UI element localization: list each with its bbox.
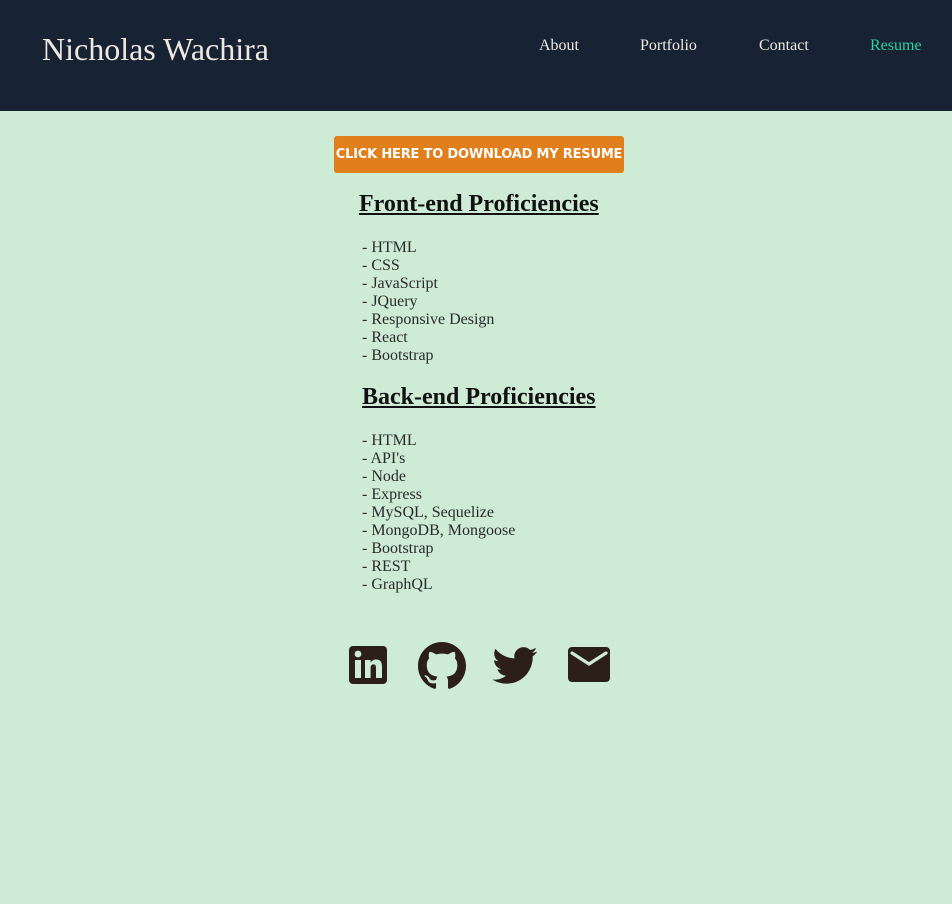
nav-about-link[interactable]: About bbox=[539, 37, 579, 55]
skill-item: - HTML bbox=[362, 239, 417, 256]
skill-item: - Bootstrap bbox=[362, 540, 434, 557]
download-resume-button[interactable]: CLICK HERE TO DOWNLOAD MY RESUME bbox=[334, 136, 624, 173]
skill-item: - MongoDB, Mongoose bbox=[362, 522, 516, 539]
frontend-skill-list: - HTML - CSS - JavaScript - JQuery - Res… bbox=[362, 239, 494, 365]
skill-item: - API's bbox=[362, 450, 406, 467]
skill-item: - CSS bbox=[362, 257, 400, 274]
skill-item: - HTML bbox=[362, 432, 417, 449]
skill-item: - React bbox=[362, 329, 408, 346]
skill-item: - GraphQL bbox=[362, 576, 433, 593]
skill-item: - Express bbox=[362, 486, 422, 503]
github-icon[interactable] bbox=[418, 642, 466, 690]
linkedin-icon[interactable] bbox=[348, 642, 388, 688]
skill-item: - MySQL, Sequelize bbox=[362, 504, 494, 521]
nav-contact-link[interactable]: Contact bbox=[759, 37, 809, 55]
twitter-icon[interactable] bbox=[492, 642, 538, 688]
skill-item: - Responsive Design bbox=[362, 311, 495, 328]
backend-proficiencies-title: Back-end Proficiencies bbox=[362, 384, 596, 410]
skill-item: - JQuery bbox=[362, 293, 418, 310]
backend-skill-list: - HTML - API's - Node - Express - MySQL,… bbox=[362, 432, 515, 594]
frontend-proficiencies-title: Front-end Proficiencies bbox=[359, 191, 599, 217]
skill-item: - JavaScript bbox=[362, 275, 438, 292]
nav-portfolio-link[interactable]: Portfolio bbox=[640, 37, 697, 55]
nav-resume-link[interactable]: Resume bbox=[870, 37, 922, 55]
email-icon[interactable] bbox=[567, 642, 613, 688]
skill-item: - Node bbox=[362, 468, 406, 485]
site-name[interactable]: Nicholas Wachira bbox=[42, 31, 269, 68]
site-header: Nicholas Wachira About Portfolio Contact… bbox=[0, 0, 952, 111]
skill-item: - Bootstrap bbox=[362, 347, 434, 364]
skill-item: - REST bbox=[362, 558, 411, 575]
